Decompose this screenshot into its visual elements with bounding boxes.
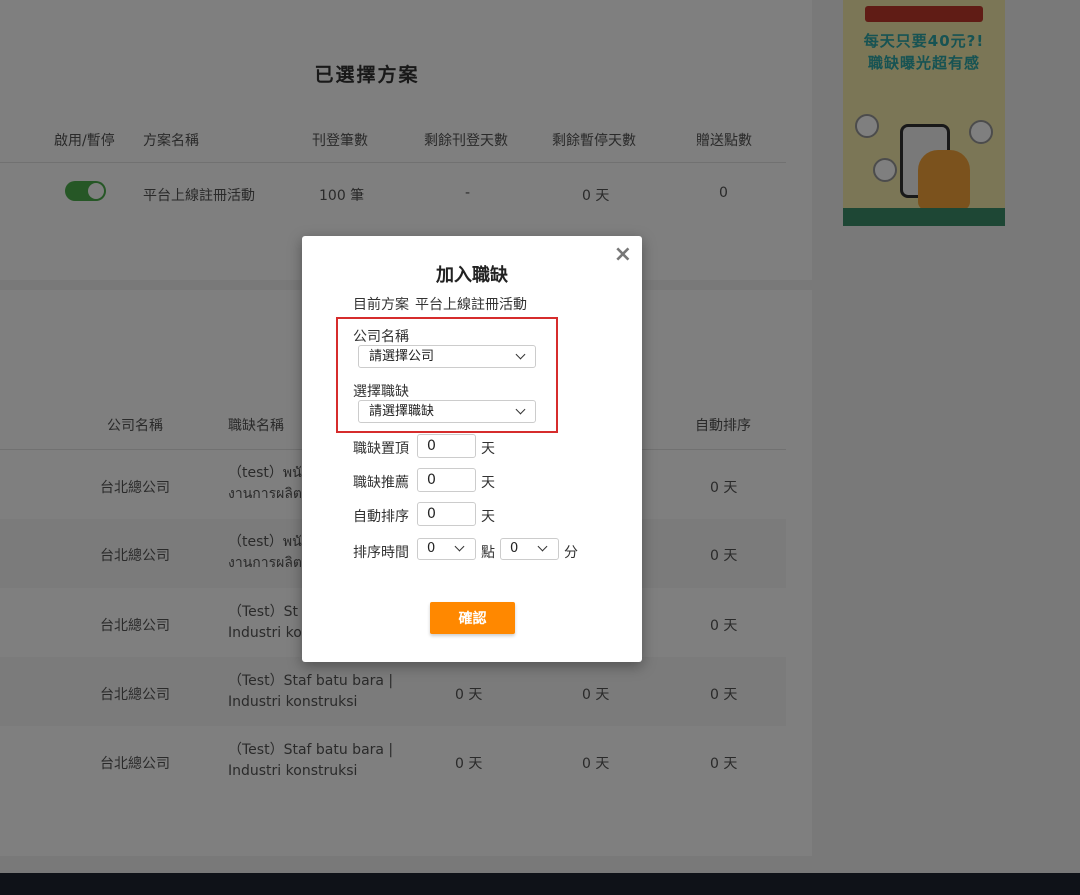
- top-days-label: 職缺置頂: [353, 441, 409, 457]
- top-days-unit: 天: [481, 441, 495, 457]
- minute-select-value: 0: [510, 541, 519, 556]
- minute-unit: 分: [564, 545, 578, 561]
- hour-unit: 點: [481, 545, 495, 561]
- current-plan: 目前方案 平台上線註冊活動: [353, 294, 533, 314]
- sort-time-label: 排序時間: [353, 545, 409, 561]
- job-label: 選擇職缺: [353, 384, 409, 400]
- recommend-days-unit: 天: [481, 475, 495, 491]
- chevron-down-icon: [454, 541, 465, 552]
- chevron-down-icon: [515, 349, 526, 360]
- auto-sort-unit: 天: [481, 509, 495, 525]
- job-select-value: 請選擇職缺: [369, 404, 435, 419]
- auto-sort-input[interactable]: [417, 502, 476, 526]
- chevron-down-icon: [537, 541, 548, 552]
- recommend-days-label: 職缺推薦: [353, 475, 409, 491]
- job-select[interactable]: 請選擇職缺: [358, 400, 536, 423]
- current-plan-value: 平台上線註冊活動: [415, 297, 527, 313]
- hour-select[interactable]: 0: [417, 538, 476, 560]
- auto-sort-label: 自動排序: [353, 509, 409, 525]
- add-job-modal: × 加入職缺 目前方案 平台上線註冊活動 公司名稱 請選擇公司 選擇職缺 請選擇職…: [302, 236, 642, 662]
- chevron-down-icon: [515, 404, 526, 415]
- current-plan-label: 目前方案: [353, 297, 409, 313]
- top-days-input[interactable]: [417, 434, 476, 458]
- company-label: 公司名稱: [353, 329, 409, 345]
- company-select-value: 請選擇公司: [369, 349, 435, 364]
- company-select[interactable]: 請選擇公司: [358, 345, 536, 368]
- confirm-button[interactable]: 確認: [430, 602, 515, 634]
- hour-select-value: 0: [427, 541, 436, 556]
- recommend-days-input[interactable]: [417, 468, 476, 492]
- modal-title: 加入職缺: [436, 265, 508, 286]
- minute-select[interactable]: 0: [500, 538, 559, 560]
